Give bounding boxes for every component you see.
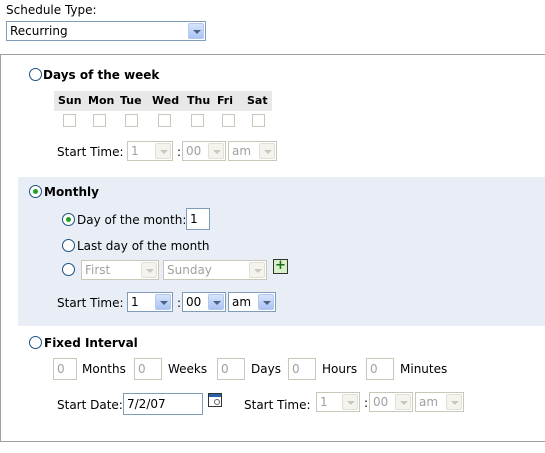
weeks-label: Weeks — [168, 362, 208, 376]
hours-label: Hours — [322, 362, 358, 376]
monthly-hour-select[interactable]: 1 — [127, 292, 173, 312]
sat-checkbox[interactable] — [252, 114, 265, 127]
start-date-input[interactable]: 7/2/07 — [123, 393, 203, 415]
minutes-input[interactable]: 0 — [366, 358, 394, 380]
chevron-down-icon[interactable] — [155, 143, 171, 159]
sun-checkbox[interactable] — [63, 114, 76, 127]
fixed-ampm-select[interactable]: am — [415, 392, 464, 412]
schedule-type-select[interactable]: Recurring — [6, 21, 206, 41]
fixed-hour-value: 1 — [320, 395, 328, 409]
thu-checkbox[interactable] — [191, 114, 204, 127]
schedule-type-label: Schedule Type: — [6, 3, 97, 17]
dow-hour-select[interactable]: 1 — [127, 141, 173, 161]
months-label: Months — [82, 362, 126, 376]
chevron-down-icon[interactable] — [249, 262, 265, 278]
day-label-sat: Sat — [247, 94, 268, 107]
dow-ampm-value: am — [232, 144, 252, 158]
monthly-label: Monthly — [44, 185, 99, 199]
time-separator: : — [364, 396, 369, 410]
monthly-minute-select[interactable]: 00 — [182, 292, 226, 312]
monthly-start-time-label: Start Time: — [57, 296, 124, 310]
chevron-down-icon[interactable] — [259, 143, 275, 159]
last-day-radio[interactable] — [62, 239, 75, 252]
monthly-ampm-value: am — [232, 295, 252, 309]
chevron-down-icon[interactable] — [155, 294, 171, 310]
day-label-fri: Fri — [217, 94, 234, 107]
day-of-month-label: Day of the month: — [77, 213, 187, 227]
fixed-minute-value: 00 — [373, 395, 389, 409]
weekday-value: Sunday — [167, 263, 212, 277]
minutes-label: Minutes — [400, 362, 448, 376]
monthly-radio[interactable] — [29, 185, 42, 198]
ordinal-weekday-radio[interactable] — [62, 263, 75, 276]
fixed-start-time-label: Start Time: — [244, 398, 311, 412]
fixed-interval-radio[interactable] — [29, 336, 42, 349]
schedule-type-value: Recurring — [10, 24, 68, 38]
wed-checkbox[interactable] — [158, 114, 171, 127]
time-separator: : — [177, 145, 182, 159]
chevron-down-icon[interactable] — [342, 394, 358, 410]
weekday-select[interactable]: Sunday — [163, 260, 267, 280]
dow-minute-select[interactable]: 00 — [182, 141, 226, 161]
dow-hour-value: 1 — [131, 144, 139, 158]
hours-input[interactable]: 0 — [288, 358, 316, 380]
dow-minute-value: 00 — [186, 144, 202, 158]
last-day-label: Last day of the month — [77, 239, 210, 253]
days-label: Days — [251, 362, 281, 376]
monthly-ampm-select[interactable]: am — [228, 292, 276, 312]
chevron-down-icon[interactable] — [208, 294, 224, 310]
dow-ampm-select[interactable]: am — [228, 141, 277, 161]
chevron-down-icon[interactable] — [208, 143, 224, 159]
fixed-minute-select[interactable]: 00 — [369, 392, 413, 412]
time-separator: : — [177, 296, 182, 310]
dow-start-time-label: Start Time: — [57, 145, 124, 159]
day-of-month-radio[interactable] — [62, 213, 75, 226]
chevron-down-icon[interactable] — [188, 23, 204, 39]
chevron-down-icon[interactable] — [395, 394, 411, 410]
mon-checkbox[interactable] — [93, 114, 106, 127]
ordinal-value: First — [85, 263, 111, 277]
monthly-hour-value: 1 — [131, 295, 139, 309]
chevron-down-icon[interactable] — [258, 294, 274, 310]
day-of-month-input[interactable]: 1 — [186, 208, 210, 230]
chevron-down-icon[interactable] — [141, 262, 157, 278]
day-label-sun: Sun — [58, 94, 82, 107]
add-icon[interactable]: + — [273, 259, 288, 274]
tue-checkbox[interactable] — [125, 114, 138, 127]
days-input[interactable]: 0 — [217, 358, 245, 380]
fixed-interval-label: Fixed Interval — [44, 336, 138, 350]
start-date-label: Start Date: — [57, 398, 123, 412]
day-label-wed: Wed — [152, 94, 180, 107]
fixed-hour-select[interactable]: 1 — [316, 392, 360, 412]
months-input[interactable]: 0 — [53, 358, 77, 380]
day-label-thu: Thu — [187, 94, 211, 107]
monthly-minute-value: 00 — [186, 295, 202, 309]
chevron-down-icon[interactable] — [446, 394, 462, 410]
fixed-ampm-value: am — [419, 395, 439, 409]
weeks-input[interactable]: 0 — [134, 358, 162, 380]
fri-checkbox[interactable] — [222, 114, 235, 127]
ordinal-select[interactable]: First — [81, 260, 159, 280]
days-of-week-radio[interactable] — [29, 68, 42, 81]
calendar-icon[interactable] — [208, 393, 222, 407]
day-label-tue: Tue — [120, 94, 142, 107]
days-of-week-label: Days of the week — [43, 68, 160, 82]
day-label-mon: Mon — [88, 94, 115, 107]
